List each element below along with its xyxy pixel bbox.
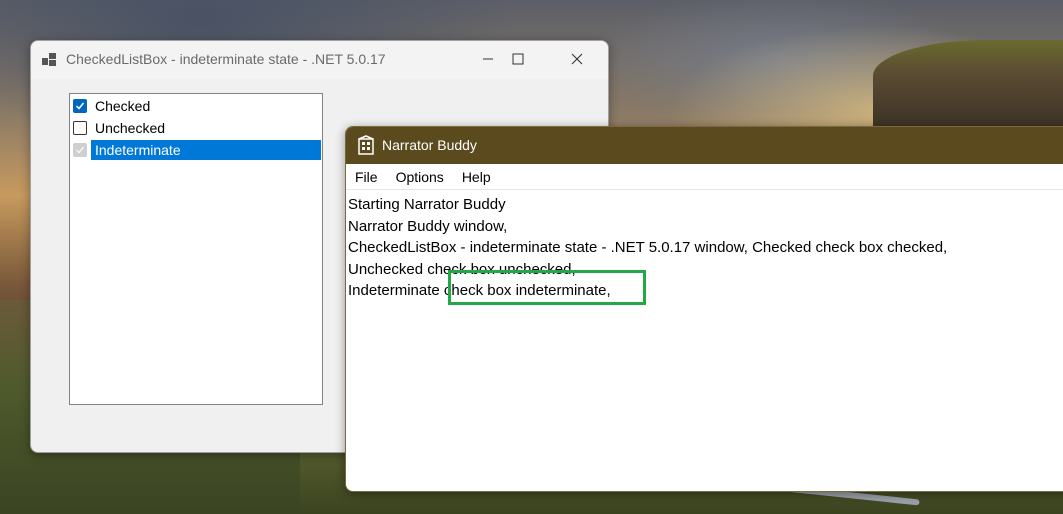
list-item-checked[interactable]: Checked — [71, 95, 321, 117]
output-line: Narrator Buddy window, — [348, 217, 508, 235]
window-title: Narrator Buddy — [382, 137, 477, 153]
window-titlebar[interactable]: CheckedListBox - indeterminate state - .… — [31, 41, 608, 79]
building-icon — [358, 135, 374, 155]
highlight-box — [448, 270, 646, 305]
menu-help[interactable]: Help — [453, 169, 500, 185]
background-cliff — [873, 40, 1063, 130]
maximize-button[interactable] — [489, 41, 547, 77]
checkmark-icon — [75, 146, 85, 154]
output-line: Starting Narrator Buddy — [348, 196, 506, 213]
app-icon — [42, 53, 56, 67]
list-item-label: Checked — [95, 98, 151, 114]
window-titlebar[interactable]: Narrator Buddy — [346, 127, 1063, 164]
menu-options[interactable]: Options — [387, 169, 453, 185]
list-item-indeterminate[interactable]: Indeterminate — [71, 139, 321, 161]
narrator-buddy-window: Narrator Buddy File Options Help Startin… — [345, 126, 1063, 492]
maximize-icon — [512, 53, 524, 65]
checked-list-box[interactable]: Checked Unchecked Indeterminate — [69, 93, 323, 405]
close-icon — [571, 53, 583, 65]
checkbox-checked[interactable] — [73, 99, 87, 113]
output-line: CheckedListBox - indeterminate state - .… — [348, 239, 948, 256]
checkbox-unchecked[interactable] — [73, 121, 87, 135]
window-title: CheckedListBox - indeterminate state - .… — [66, 51, 386, 67]
list-item-label: Unchecked — [95, 120, 166, 136]
checkmark-icon — [75, 102, 85, 110]
list-item-label-selected: Indeterminate — [91, 140, 321, 160]
checkbox-indeterminate[interactable] — [73, 143, 87, 157]
menu-bar: File Options Help — [346, 164, 1063, 190]
close-button[interactable] — [548, 41, 606, 77]
list-item-unchecked[interactable]: Unchecked — [71, 117, 321, 139]
menu-file[interactable]: File — [346, 169, 387, 185]
